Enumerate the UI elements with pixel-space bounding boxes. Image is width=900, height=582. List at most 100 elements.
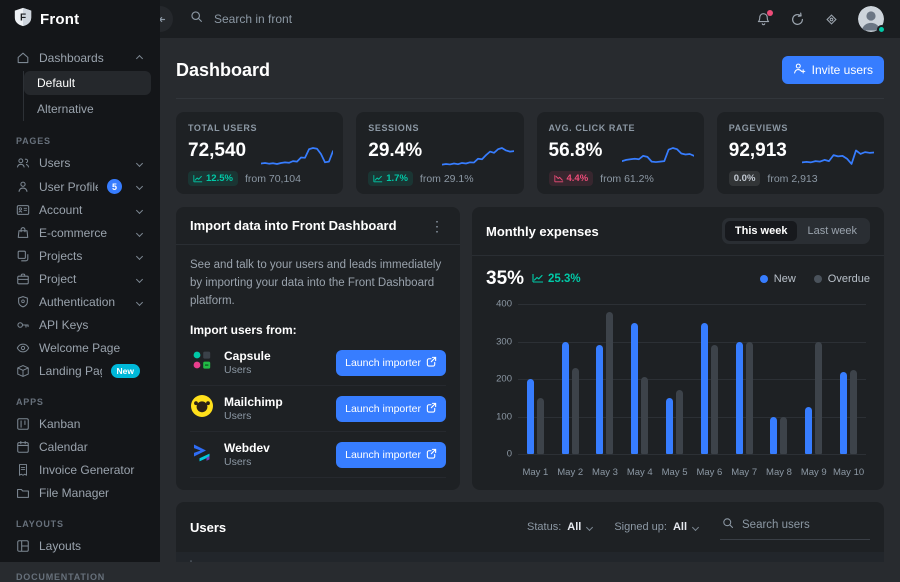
bar-overdue: [641, 377, 648, 454]
import-subheading: Import users from:: [190, 323, 446, 337]
sidebar-item-label: Dashboards: [39, 51, 128, 65]
external-link-icon: [426, 356, 437, 370]
global-search[interactable]: [190, 10, 444, 28]
launch-importer-button[interactable]: Launch importer: [336, 442, 446, 468]
external-link-icon: [426, 402, 437, 416]
sidebar-item-authentication[interactable]: Authentication: [9, 291, 151, 313]
calendar-icon: [16, 440, 30, 454]
y-axis-label: 0: [486, 449, 512, 460]
sidebar-item-calendar[interactable]: Calendar: [9, 436, 151, 458]
key-icon: [16, 318, 30, 332]
x-axis-label: May 1: [518, 467, 553, 478]
webdev-logo-icon: [190, 440, 214, 469]
idcard-icon: [16, 203, 30, 217]
legend-label: Overdue: [828, 273, 870, 285]
sidebar-item-label: File Manager: [39, 486, 144, 500]
sidebar-item-label: Landing Page: [39, 364, 102, 378]
users-search-input[interactable]: [742, 519, 852, 531]
x-axis-label: May 9: [796, 467, 831, 478]
change-value: 12.5%: [206, 173, 233, 184]
x-axis-label: May 4: [622, 467, 657, 478]
sidebar-item-label: Users: [39, 156, 128, 170]
chevron-down-icon: [136, 159, 143, 166]
sidebar-item-project[interactable]: Project: [9, 268, 151, 290]
sidebar-section-header-pages: PAGES: [16, 136, 144, 146]
refresh-button[interactable]: [790, 12, 805, 27]
import-description: See and talk to your users and leads imm…: [190, 257, 446, 310]
y-axis-label: 200: [486, 374, 512, 385]
box-icon: [16, 364, 30, 378]
sidebar-item-account[interactable]: Account: [9, 199, 151, 221]
import-source-sub: Users: [224, 364, 271, 376]
notifications-button[interactable]: [756, 12, 771, 27]
sidebar-item-e-commerce[interactable]: E-commerce: [9, 222, 151, 244]
notification-dot: [767, 10, 773, 16]
sidebar-item-label: Invoice Generator: [39, 463, 144, 477]
sidebar-item-user-profile[interactable]: User Profile 5: [9, 175, 151, 198]
sidebar-item-label: Calendar: [39, 440, 144, 454]
x-axis-label: May 6: [692, 467, 727, 478]
expenses-change-value: 25.3%: [548, 273, 581, 285]
bar-group-may-9: [796, 304, 831, 454]
users-filters: Status:All Signed up:All: [527, 514, 870, 540]
import-source-name: Mailchimp: [224, 395, 283, 409]
launch-importer-button[interactable]: Launch importer: [336, 396, 446, 422]
shield-icon: [16, 295, 30, 309]
bar-overdue: [711, 345, 718, 454]
chevron-up-icon: [136, 54, 143, 61]
users-icon: [16, 156, 30, 170]
sidebar-item-layouts[interactable]: Layouts: [9, 535, 151, 557]
sidebar-item-users[interactable]: Users: [9, 152, 151, 174]
sidebar-item-api-keys[interactable]: API Keys: [9, 314, 151, 336]
legend-item-new[interactable]: New: [760, 273, 796, 285]
change-value: 1.7%: [386, 173, 408, 184]
filter-signed-up-[interactable]: Signed up:All: [614, 521, 700, 533]
monthly-expenses-card: Monthly expenses This weekLast week 35%: [472, 207, 884, 490]
search-icon: [722, 516, 734, 534]
users-search[interactable]: [720, 514, 870, 540]
bar-overdue: [537, 398, 544, 454]
folder-icon: [16, 486, 30, 500]
x-axis-label: May 5: [657, 467, 692, 478]
chevron-down-icon: [136, 183, 143, 190]
layout-icon: [16, 539, 30, 553]
sidebar-item-label: Kanban: [39, 417, 144, 431]
search-input[interactable]: [214, 12, 444, 26]
bar-overdue: [850, 370, 857, 454]
sidebar-item-landing-page[interactable]: Landing PageNew: [9, 360, 151, 382]
import-row-mailchimp: MailchimpUsersLaunch importer: [190, 386, 446, 432]
house-icon: [16, 51, 30, 65]
chevron-down-icon: [136, 298, 143, 305]
stack-icon: [16, 249, 30, 263]
sidebar-subitem-alternative[interactable]: Alternative: [24, 97, 151, 121]
bar-new: [701, 323, 708, 454]
stats-row: TOTAL USERS72,54012.5%from 70,104SESSION…: [176, 112, 884, 194]
import-source-name: Capsule: [224, 349, 271, 363]
launch-importer-button[interactable]: Launch importer: [336, 350, 446, 376]
toggle-this-week[interactable]: This week: [725, 221, 798, 241]
legend-item-overdue[interactable]: Overdue: [814, 273, 870, 285]
sidebar-subnav: DefaultAlternative: [23, 71, 151, 121]
sidebar-item-welcome-page[interactable]: Welcome Page: [9, 337, 151, 359]
bar-new: [562, 342, 569, 455]
bar-group-may-4: [622, 304, 657, 454]
more-options-icon[interactable]: ⋮: [428, 219, 446, 233]
page-header: Dashboard Invite users: [176, 50, 884, 99]
invite-users-button[interactable]: Invite users: [782, 56, 884, 84]
toggle-last-week[interactable]: Last week: [797, 221, 867, 241]
sidebar-item-projects[interactable]: Projects: [9, 245, 151, 267]
filter-status-[interactable]: Status:All: [527, 521, 594, 533]
sidebar-item-dashboards[interactable]: Dashboards: [9, 47, 151, 69]
user-avatar[interactable]: [858, 6, 884, 32]
apps-gem-button[interactable]: [824, 12, 839, 27]
count-badge: 5: [107, 179, 122, 194]
brand[interactable]: F Front: [0, 0, 160, 38]
expenses-change: 25.3%: [532, 273, 581, 286]
bar-overdue: [606, 312, 613, 455]
sidebar-item-file-manager[interactable]: File Manager: [9, 482, 151, 504]
sidebar-item-label: User Profile: [39, 180, 98, 194]
sidebar-item-kanban[interactable]: Kanban: [9, 413, 151, 435]
bar-group-may-3: [588, 304, 623, 454]
sidebar-subitem-default[interactable]: Default: [24, 71, 151, 95]
sidebar-item-invoice-generator[interactable]: Invoice Generator: [9, 459, 151, 481]
